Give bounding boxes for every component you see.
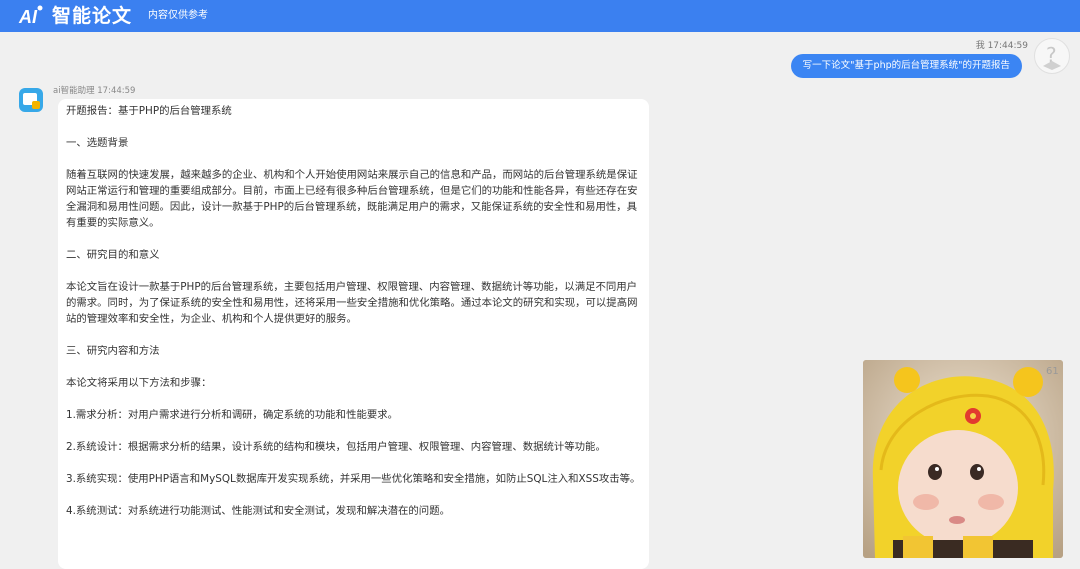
report-step: 1.需求分析：对用户需求进行分析和调研，确定系统的功能和性能要求。 bbox=[66, 409, 399, 421]
section-heading: 二、研究目的和意义 bbox=[66, 249, 160, 261]
ai-message-meta: ai智能助理 17:44:59 bbox=[53, 86, 136, 96]
ai-message-bubble: 开题报告：基于PHP的后台管理系统 一、选题背景 随着互联网的快速发展，越来越多… bbox=[58, 99, 649, 569]
user-avatar[interactable]: ? bbox=[1034, 38, 1070, 74]
ai-logo-icon: AI bbox=[18, 5, 43, 27]
svg-text:AI: AI bbox=[18, 7, 38, 27]
section-heading: 三、研究内容和方法 bbox=[66, 345, 160, 357]
report-title: 开题报告：基于PHP的后台管理系统 bbox=[66, 105, 232, 117]
report-paragraph: 本论文旨在设计一款基于PHP的后台管理系统，主要包括用户管理、权限管理、内容管理… bbox=[66, 281, 638, 325]
user-message-bubble: 写一下论文"基于php的后台管理系统"的开题报告 bbox=[790, 54, 1022, 78]
section-heading: 一、选题背景 bbox=[66, 137, 129, 149]
svg-text:61: 61 bbox=[1046, 366, 1059, 377]
ai-assistant-icon bbox=[19, 88, 43, 112]
top-bar: AI 智能论文 内容仅供参考 bbox=[0, 0, 1080, 32]
report-step: 2.系统设计：根据需求分析的结果，设计系统的结构和模块，包括用户管理、权限管理、… bbox=[66, 441, 606, 453]
baby-bee-hat-image: 61 bbox=[863, 360, 1063, 558]
report-paragraph: 随着互联网的快速发展，越来越多的企业、机构和个人开始使用网站来展示自己的信息和产… bbox=[66, 169, 638, 229]
baby-photo: 61 bbox=[863, 360, 1063, 558]
question-avatar-icon: ? bbox=[1043, 43, 1061, 70]
ai-message-content: 开题报告：基于PHP的后台管理系统 一、选题背景 随着互联网的快速发展，越来越多… bbox=[58, 99, 649, 519]
app-title: 智能论文 bbox=[52, 5, 133, 27]
report-step: 3.系统实现：使用PHP语言和MySQL数据库开发实现系统，并采用一些优化策略和… bbox=[66, 473, 641, 485]
disclaimer-note: 内容仅供参考 bbox=[148, 10, 208, 21]
user-message-meta: 我 17:44:59 bbox=[975, 41, 1028, 51]
report-step: 4.系统测试：对系统进行功能测试、性能测试和安全测试，发现和解决潜在的问题。 bbox=[66, 505, 450, 517]
ai-assistant-avatar bbox=[17, 86, 45, 114]
report-paragraph: 本论文将采用以下方法和步骤： bbox=[66, 377, 212, 389]
